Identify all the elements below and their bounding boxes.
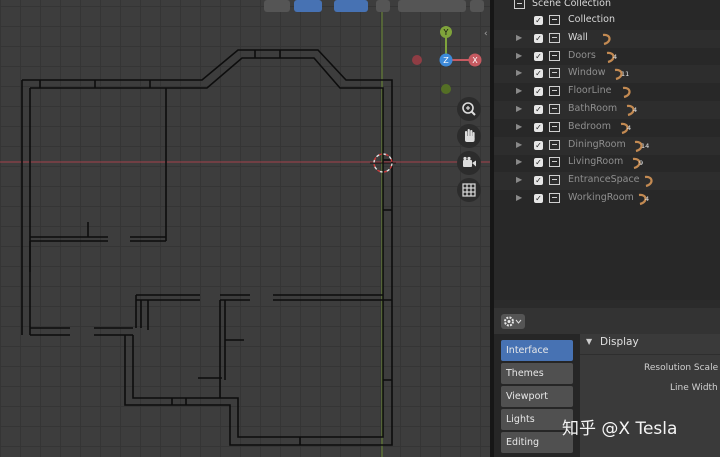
outliner-row[interactable]: ✓ Collection bbox=[494, 12, 720, 30]
prefs-tab[interactable]: Themes bbox=[501, 363, 573, 384]
checkbox-icon[interactable]: ✓ bbox=[534, 194, 543, 203]
collection-icon bbox=[549, 32, 560, 43]
collection-icon bbox=[549, 15, 560, 25]
outliner-row[interactable]: ▶ ✓ DiningRoom 14 bbox=[494, 136, 720, 155]
gizmo-toggle-button[interactable] bbox=[294, 0, 322, 12]
outliner-root-label: Scene Collection bbox=[532, 0, 611, 9]
outliner-row-label: Wall bbox=[568, 31, 588, 43]
shading-buttons[interactable] bbox=[398, 0, 466, 12]
collection-icon bbox=[549, 50, 560, 61]
preferences-header bbox=[494, 308, 720, 334]
checkbox-icon[interactable]: ✓ bbox=[534, 87, 543, 97]
checkbox-icon[interactable]: ✓ bbox=[534, 16, 543, 25]
collection-icon bbox=[549, 86, 560, 97]
checkbox-icon[interactable]: ✓ bbox=[534, 105, 543, 114]
prefs-tab[interactable]: Interface bbox=[501, 340, 573, 361]
wall-lines bbox=[21, 49, 393, 446]
outliner-row[interactable]: ▶ ✓ FloorLine bbox=[494, 83, 720, 101]
collection-icon bbox=[549, 193, 560, 203]
collection-icon bbox=[549, 104, 560, 114]
collection-icon bbox=[549, 121, 560, 132]
expand-chevron-icon[interactable]: ▶ bbox=[516, 51, 522, 60]
outliner-row-label: Window bbox=[568, 67, 606, 79]
checkbox-icon[interactable]: ✓ bbox=[534, 140, 543, 150]
gizmo-x-label: X bbox=[472, 56, 478, 65]
checkbox-icon[interactable]: ✓ bbox=[534, 158, 543, 168]
section-title[interactable]: Display bbox=[600, 336, 639, 348]
shading-dropdown-button[interactable] bbox=[470, 0, 484, 12]
object-count: 14 bbox=[641, 141, 650, 150]
gizmo-neg-y-icon[interactable] bbox=[441, 84, 451, 94]
outliner-row-label: BathRoom bbox=[568, 103, 618, 114]
collection-icon bbox=[549, 139, 560, 150]
collection-icon bbox=[549, 157, 560, 168]
expand-chevron-icon[interactable]: ▶ bbox=[516, 122, 522, 131]
object-count: 4 bbox=[645, 195, 650, 203]
overlay-toggle-button[interactable] bbox=[334, 0, 368, 12]
expand-chevron-icon[interactable]: ▶ bbox=[516, 175, 522, 184]
checkbox-icon[interactable]: ✓ bbox=[534, 51, 543, 61]
outliner-row-label: DiningRoom bbox=[568, 138, 626, 150]
checkbox-icon[interactable]: ✓ bbox=[534, 122, 543, 132]
object-count: 4 bbox=[627, 123, 632, 132]
watermark-site: 知乎 bbox=[562, 419, 596, 439]
outliner-row-label: EntranceSpace bbox=[568, 174, 640, 186]
expand-chevron-icon[interactable]: ▶ bbox=[516, 140, 522, 149]
outliner[interactable]: Scene Collection ✓ Collection ▶ ✓ Wall ▶ ✓ Door… bbox=[494, 0, 720, 300]
outliner-row-label: LivingRoom bbox=[568, 156, 624, 168]
object-count: 9 bbox=[639, 159, 644, 168]
outliner-row[interactable]: ▶ ✓ Bedroom 4 bbox=[494, 119, 720, 137]
hand-icon[interactable] bbox=[457, 124, 481, 148]
outliner-row-label: FloorLine bbox=[568, 85, 612, 97]
expand-chevron-icon[interactable]: ▶ bbox=[516, 86, 522, 95]
curve-icon bbox=[622, 87, 631, 99]
expand-chevron-icon[interactable]: ▶ bbox=[516, 193, 522, 202]
curve-icon bbox=[644, 176, 653, 188]
expand-chevron-icon[interactable]: ▶ bbox=[516, 104, 522, 113]
object-count: 4 bbox=[633, 106, 638, 114]
checkbox-icon[interactable]: ✓ bbox=[534, 69, 543, 79]
gizmo-neg-x-icon[interactable] bbox=[412, 55, 422, 65]
outliner-row[interactable]: ▶ ✓ EntranceSpace bbox=[494, 172, 720, 191]
outliner-row-label: Doors bbox=[568, 49, 596, 61]
navigation-gizmo[interactable]: Y Z X bbox=[405, 22, 485, 102]
outliner-row[interactable]: ▶ ✓ Doors 4 bbox=[494, 48, 720, 66]
collection-icon bbox=[549, 175, 560, 186]
checkbox-icon[interactable]: ✓ bbox=[534, 33, 543, 43]
outliner-row-label: Collection bbox=[568, 14, 615, 25]
zoom-icon[interactable] bbox=[457, 97, 481, 121]
view-mode-button[interactable] bbox=[264, 0, 290, 12]
collection-icon bbox=[514, 0, 525, 9]
grid-icon[interactable] bbox=[457, 178, 481, 202]
xray-button[interactable] bbox=[376, 0, 390, 12]
object-count: 4 bbox=[613, 52, 618, 61]
expand-chevron-icon[interactable]: ▶ bbox=[516, 68, 522, 77]
collection-icon bbox=[549, 68, 560, 79]
outliner-row[interactable]: ▶ ✓ WorkingRoom 4 bbox=[494, 190, 720, 208]
section-expand-icon[interactable]: ▼ bbox=[586, 337, 592, 346]
3d-viewport[interactable]: Y Z X ‹ bbox=[0, 0, 490, 457]
outliner-row[interactable]: ▶ ✓ Wall bbox=[494, 29, 720, 48]
camera-icon[interactable] bbox=[457, 151, 481, 175]
editor-type-button[interactable] bbox=[501, 314, 525, 329]
outliner-row[interactable]: ▶ ✓ LivingRoom 9 bbox=[494, 154, 720, 172]
gizmo-y-label: Y bbox=[443, 28, 449, 37]
checkbox-icon[interactable]: ✓ bbox=[534, 176, 543, 186]
outliner-row[interactable]: ▶ ✓ BathRoom 4 bbox=[494, 101, 720, 119]
prefs-tab[interactable]: Viewport bbox=[501, 386, 573, 407]
outliner-row-label: WorkingRoom bbox=[568, 192, 634, 203]
resolution-scale-label: Resolution Scale bbox=[644, 363, 719, 373]
outliner-row[interactable]: ▶ ✓ Window 11 bbox=[494, 65, 720, 84]
watermark: 知乎 @X Tesla bbox=[562, 414, 677, 439]
line-width-label: Line Width bbox=[670, 383, 718, 393]
watermark-handle: @X Tesla bbox=[601, 419, 678, 439]
object-count: 11 bbox=[621, 70, 630, 79]
curve-icon bbox=[602, 33, 611, 45]
outliner-row-label: Bedroom bbox=[568, 120, 611, 132]
expand-chevron-icon[interactable]: ▶ bbox=[516, 33, 522, 42]
sidebar-toggle-icon[interactable]: ‹ bbox=[484, 29, 488, 39]
gizmo-z-label: Z bbox=[443, 56, 449, 65]
expand-chevron-icon[interactable]: ▶ bbox=[516, 157, 522, 166]
